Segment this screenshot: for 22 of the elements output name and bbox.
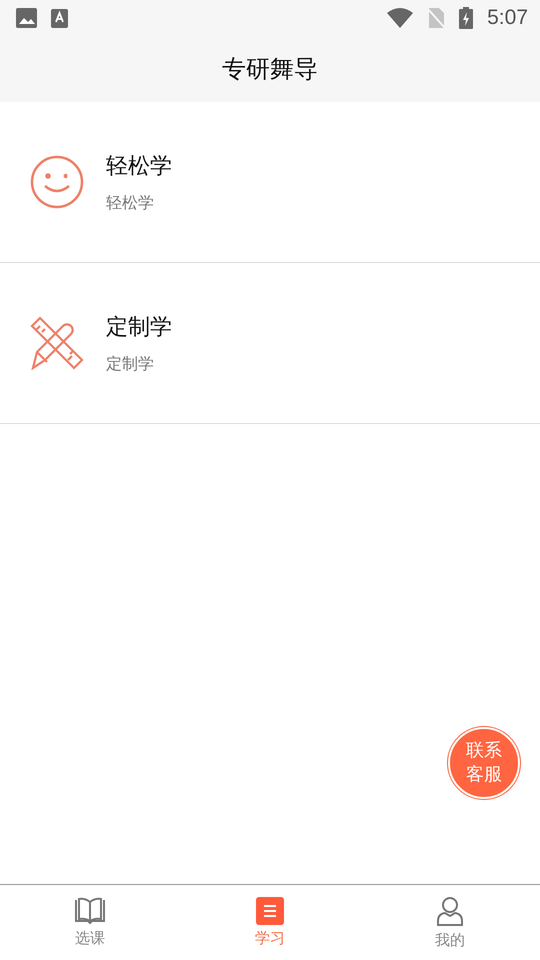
page-title: 专研舞导 — [222, 54, 318, 85]
item-subtitle: 定制学 — [106, 354, 155, 374]
list-icon — [256, 897, 284, 925]
item-title: 定制学 — [106, 314, 172, 342]
no-sim-icon — [427, 7, 446, 29]
wifi-icon — [387, 8, 414, 28]
book-icon — [74, 897, 106, 925]
customer-service-button[interactable]: 联系 客服 — [448, 727, 520, 799]
clock-text: 5:07 — [487, 6, 528, 30]
course-list-item[interactable]: 轻松学 轻松学 — [0, 102, 540, 263]
item-title: 轻松学 — [106, 152, 172, 180]
font-icon — [51, 8, 68, 28]
item-subtitle: 轻松学 — [106, 192, 155, 214]
nav-tab[interactable]: 学习 — [180, 885, 360, 960]
nav-tab[interactable]: 我的 — [360, 885, 540, 960]
nav-tab[interactable]: 选课 — [0, 885, 180, 960]
person-icon — [436, 897, 464, 927]
image-icon — [16, 8, 37, 28]
pencil-ruler-icon — [30, 316, 84, 370]
smiley-icon — [30, 155, 84, 209]
battery-icon — [459, 7, 474, 29]
course-list-item[interactable]: 定制学 定制学 — [0, 263, 540, 424]
